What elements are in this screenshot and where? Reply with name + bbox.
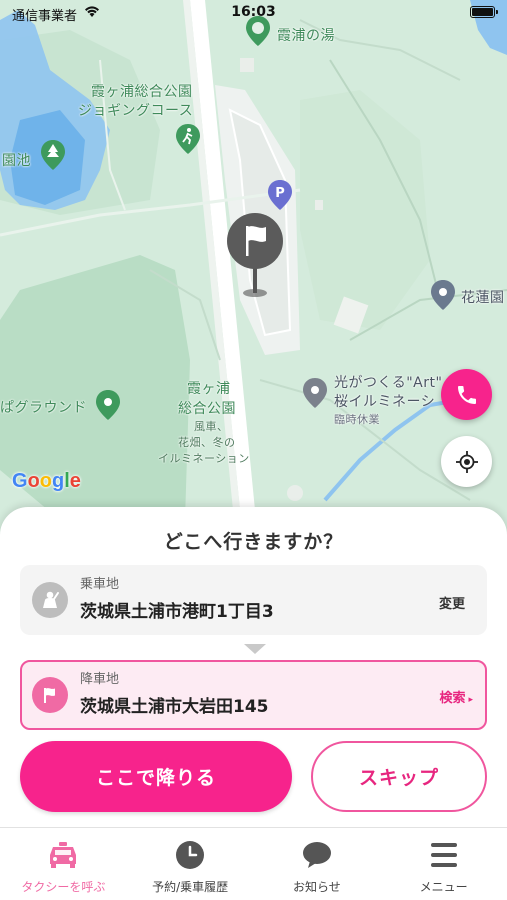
map-label-park-2: 総合公園 <box>178 401 236 417</box>
tab-label: 予約/乗車履歴 <box>152 880 229 894</box>
locate-button[interactable] <box>441 436 492 487</box>
ground-pin-icon[interactable] <box>96 390 120 420</box>
dropoff-address: 茨城県土浦市大岩田145 <box>80 697 269 717</box>
menu-icon <box>427 840 461 870</box>
tab-label: タクシーを呼ぶ <box>21 880 106 894</box>
hiker-icon[interactable] <box>176 124 200 154</box>
map-label-park-sub-2: 花畑、冬の <box>178 436 236 449</box>
skip-button[interactable]: スキップ <box>311 741 487 812</box>
map-label-art-3: 臨時休業 <box>334 413 380 426</box>
clock-icon <box>173 840 207 870</box>
sheet-title: どこへ行きますか？ <box>163 531 344 553</box>
map-view[interactable]: P 霞浦の湯 霞ヶ浦総合公園 ジョギングコース 園池 ぱグラウンド 霞ヶ浦 総合… <box>0 0 507 560</box>
map-label-jogging-1: 霞ヶ浦総合公園 <box>91 84 193 100</box>
flower-garden-pin-icon[interactable] <box>431 280 455 310</box>
connector-arrow-icon <box>244 644 266 654</box>
map-label-flower: 花蓮園 <box>461 290 505 306</box>
get-off-here-button[interactable]: ここで降りる <box>20 741 292 812</box>
google-logo: Google <box>12 470 81 492</box>
svg-text:P: P <box>275 186 285 201</box>
status-bar: 通信事業者 16:03 <box>0 0 507 26</box>
tab-bar: タクシーを呼ぶ 予約/乗車履歴 お知らせ メニュー <box>0 827 507 900</box>
tab-label: お知らせ <box>292 880 341 894</box>
parking-icon[interactable]: P <box>268 180 292 210</box>
map-label-ground: ぱグラウンド <box>0 400 87 416</box>
map-label-onsen: 霞浦の湯 <box>277 28 335 44</box>
phone-icon <box>457 385 476 404</box>
art-pin-icon[interactable] <box>303 378 327 408</box>
flag-icon[interactable] <box>226 213 284 299</box>
tab-notifications[interactable]: お知らせ <box>254 828 381 900</box>
map-label-jogging-2: ジョギングコース <box>78 103 194 119</box>
pickup-address: 茨城県土浦市港町1丁目3 <box>80 602 274 622</box>
pickup-card[interactable]: 乗車地 茨城県土浦市港町1丁目3 変更 <box>20 565 487 635</box>
change-pickup-button[interactable]: 変更 <box>439 593 465 612</box>
call-button[interactable] <box>441 369 492 420</box>
map-label-art-1: 光がつくる"Art" <box>334 375 443 391</box>
dropoff-label: 降車地 <box>80 672 120 687</box>
map-label-park-1: 霞ヶ浦 <box>187 381 231 397</box>
map-label-pond: 園池 <box>2 153 31 169</box>
clock: 16:03 <box>231 4 276 20</box>
chat-bubble-icon <box>300 840 334 870</box>
tab-menu[interactable]: メニュー <box>380 828 507 900</box>
battery-icon <box>470 6 498 18</box>
flag-icon <box>32 677 68 713</box>
map-label-park-sub-3: イルミネーション <box>158 452 250 465</box>
locate-icon <box>455 450 478 473</box>
dropoff-card[interactable]: 降車地 茨城県土浦市大岩田145 検索 <box>20 660 487 730</box>
tab-label: メニュー <box>419 880 468 894</box>
tree-icon[interactable] <box>41 140 65 170</box>
tab-history[interactable]: 予約/乗車履歴 <box>127 828 254 900</box>
pickup-label: 乗車地 <box>80 577 120 592</box>
person-icon <box>32 582 68 618</box>
map-label-park-sub-1: 風車、 <box>194 420 229 433</box>
destination-sheet: どこへ行きますか？ 乗車地 茨城県土浦市港町1丁目3 変更 降車地 茨城県土浦市… <box>0 507 507 827</box>
map-label-art-2: 桜イルミネーシ <box>334 394 436 410</box>
taxi-icon <box>46 840 80 870</box>
search-dropoff-button[interactable]: 検索 <box>439 687 473 706</box>
tab-call-taxi[interactable]: タクシーを呼ぶ <box>0 828 127 900</box>
